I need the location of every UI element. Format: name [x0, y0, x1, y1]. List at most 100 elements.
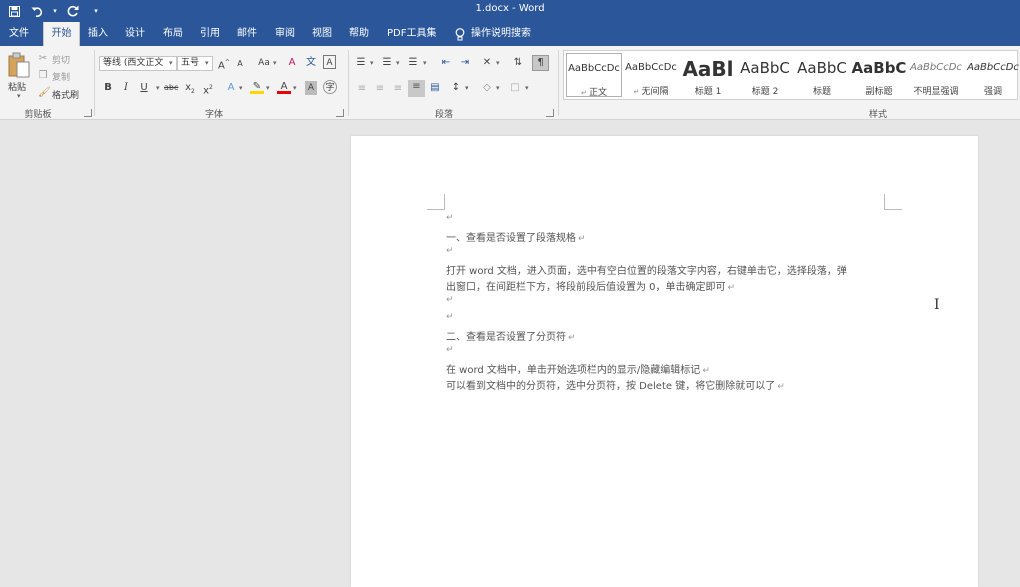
paste-dropdown-icon[interactable]: ▾	[17, 92, 21, 100]
chinese-layout-icon[interactable]: ✕	[481, 56, 493, 70]
doc-paragraph[interactable]: 在 word 文档中，单击开始选项栏内的显示/隐藏编辑标记 ↵	[446, 361, 710, 376]
enclose-characters-icon[interactable]: 字	[323, 80, 337, 94]
doc-text: 二、查看是否设置了分页符	[446, 332, 566, 343]
decrease-indent-icon[interactable]: ⇤	[440, 56, 452, 70]
text-effects-dropdown-icon[interactable]: ▾	[239, 84, 243, 92]
style-heading-2[interactable]: AaBbC 标题 2	[737, 53, 793, 97]
justify-icon[interactable]: ≡	[408, 80, 425, 97]
crop-mark	[884, 194, 902, 210]
character-shading-icon[interactable]: A	[305, 81, 317, 95]
tab-help[interactable]: 帮助	[345, 22, 373, 46]
numbering-icon[interactable]: ☰	[381, 56, 393, 70]
bullets-dropdown-icon[interactable]: ▾	[370, 59, 374, 67]
chinese-layout-dropdown-icon[interactable]: ▾	[496, 59, 500, 67]
sort-icon[interactable]: ⇅	[512, 56, 524, 70]
tab-mailings[interactable]: 邮件	[233, 22, 261, 46]
italic-icon[interactable]: I	[121, 81, 131, 95]
paragraph-mark: ↵	[727, 283, 736, 293]
tab-layout[interactable]: 布局	[159, 22, 187, 46]
underline-dropdown-icon[interactable]: ▾	[156, 84, 160, 92]
underline-icon[interactable]: U	[139, 81, 149, 95]
title-bar: ▾ ▾ 1.docx - Word	[0, 0, 1020, 22]
character-border-icon[interactable]: A	[323, 55, 336, 69]
tab-pdf-tools[interactable]: PDF工具集	[383, 22, 440, 46]
style-emphasis[interactable]: AaBbCcDc 强调	[965, 53, 1020, 97]
document-page[interactable]: ↵ ↵ ↵ ↵ ↵ 一、查看是否设置了段落规格 ↵ 打开 word 文档，进入页面…	[351, 136, 978, 587]
doc-paragraph[interactable]: 一、查看是否设置了段落规格 ↵	[446, 229, 586, 244]
increase-indent-icon[interactable]: ⇥	[459, 56, 471, 70]
highlight-icon[interactable]: ✎	[250, 80, 264, 94]
doc-text: 一、查看是否设置了段落规格	[446, 233, 576, 244]
doc-paragraph[interactable]: 打开 word 文档，进入页面，选中有空白位置的段落文字内容，右键单击它，选择段…	[446, 262, 847, 277]
multilevel-list-icon[interactable]: ☰	[407, 56, 419, 70]
line-spacing-icon[interactable]: ↕	[450, 81, 462, 95]
style-subtle-emphasis[interactable]: AaBbCcDc 不明显强调	[908, 53, 964, 97]
doc-paragraph[interactable]: 可以看到文档中的分页符，选中分页符，按 Delete 键，将它删除就可以了 ↵	[446, 377, 785, 392]
copy-icon[interactable]: ❐	[38, 69, 48, 83]
multilevel-list-dropdown-icon[interactable]: ▾	[423, 59, 427, 67]
copy-button[interactable]: 复制	[52, 70, 70, 83]
borders-dropdown-icon[interactable]: ▾	[525, 84, 529, 92]
tab-insert[interactable]: 插入	[84, 22, 112, 46]
scissors-icon[interactable]: ✂	[38, 52, 48, 66]
font-name-box[interactable]: 等线 (西文正文	[99, 56, 177, 71]
align-left-icon[interactable]: ≡	[356, 82, 368, 96]
style-title[interactable]: AaBbC 标题	[794, 53, 850, 97]
align-right-icon[interactable]: ≡	[392, 82, 404, 96]
clipboard-launcher-icon[interactable]	[84, 109, 92, 117]
subscript-icon[interactable]: x2	[185, 81, 195, 95]
highlight-dropdown-icon[interactable]: ▾	[266, 84, 270, 92]
format-painter-icon[interactable]: 🖌	[38, 86, 51, 100]
format-painter-button[interactable]: 格式刷	[52, 88, 79, 101]
style-preview: AaBbC	[851, 59, 907, 77]
clear-formatting-icon[interactable]: A	[286, 56, 298, 70]
tell-me-search[interactable]: 操作说明搜索	[451, 22, 535, 46]
font-color-dropdown-icon[interactable]: ▾	[293, 84, 297, 92]
tab-home[interactable]: 开始	[43, 22, 80, 46]
text-effects-icon[interactable]: A	[225, 81, 237, 95]
doc-paragraph[interactable]: 出窗口，在间距栏下方，将段前段后值设置为 0，单击确定即可 ↵	[446, 278, 735, 293]
style-subtitle[interactable]: AaBbC 副标题	[851, 53, 907, 97]
style-normal[interactable]: AaBbCcDc ↵ 正文	[566, 53, 622, 98]
paste-icon[interactable]	[8, 52, 30, 78]
style-no-spacing[interactable]: AaBbCcDc ↵ 无间隔	[623, 53, 679, 97]
numbering-dropdown-icon[interactable]: ▾	[396, 59, 400, 67]
tab-design[interactable]: 设计	[121, 22, 149, 46]
line-spacing-dropdown-icon[interactable]: ▾	[465, 84, 469, 92]
style-name: 标题 2	[751, 87, 779, 97]
tab-file[interactable]: 文件	[5, 22, 33, 46]
shading-icon[interactable]: ◇	[481, 81, 493, 95]
phonetic-guide-icon[interactable]: 文	[305, 56, 317, 70]
tab-view[interactable]: 视图	[308, 22, 336, 46]
paragraph-mark: ↵	[446, 295, 454, 305]
style-name: ↵ 无间隔	[633, 87, 669, 97]
style-preview: AaBbCcDc	[967, 62, 1019, 73]
bold-icon[interactable]: B	[103, 81, 113, 95]
style-heading-1[interactable]: AaBl 标题 1	[680, 53, 736, 97]
distributed-icon[interactable]: ▤	[428, 81, 442, 95]
show-hide-marks-icon[interactable]: ¶	[532, 55, 549, 71]
doc-text: 出窗口，在间距栏下方，将段前段后值设置为 0，单击确定即可	[446, 282, 726, 293]
doc-paragraph[interactable]: 二、查看是否设置了分页符 ↵	[446, 328, 576, 343]
grow-font-icon[interactable]: A^	[218, 56, 230, 71]
strikethrough-icon[interactable]: abc	[164, 81, 178, 95]
tab-review[interactable]: 审阅	[271, 22, 299, 46]
change-case-icon[interactable]: Aa	[257, 56, 271, 70]
shading-dropdown-icon[interactable]: ▾	[496, 84, 500, 92]
superscript-icon[interactable]: x2	[203, 81, 213, 96]
shrink-font-icon[interactable]: A	[235, 57, 245, 71]
clipboard-group-label: 剪贴板	[24, 110, 52, 120]
font-launcher-icon[interactable]	[336, 109, 344, 117]
style-name: 标题 1	[694, 87, 722, 97]
paragraph-mark: ↵	[446, 312, 454, 322]
font-color-icon[interactable]: A	[277, 80, 291, 94]
font-name-dropdown-icon[interactable]: ▾	[169, 59, 173, 67]
font-size-dropdown-icon[interactable]: ▾	[205, 59, 209, 67]
align-center-icon[interactable]: ≡	[374, 82, 386, 96]
change-case-dropdown-icon[interactable]: ▾	[273, 59, 277, 67]
tab-references[interactable]: 引用	[196, 22, 224, 46]
bullets-icon[interactable]: ☰	[355, 56, 367, 70]
borders-icon[interactable]: □	[509, 81, 521, 95]
paragraph-launcher-icon[interactable]	[546, 109, 554, 117]
cut-button[interactable]: 剪切	[52, 53, 70, 66]
